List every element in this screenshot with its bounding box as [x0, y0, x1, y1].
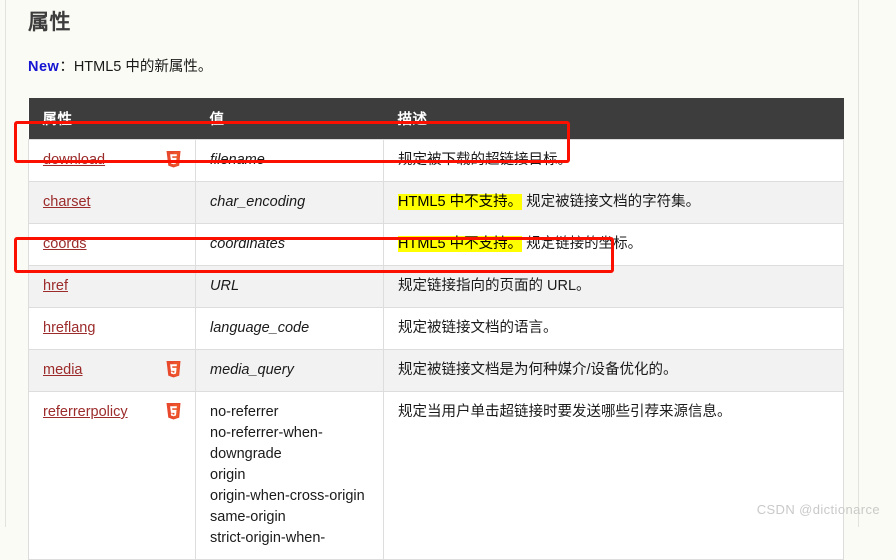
table-header-row: 属性 值 描述 [28, 98, 844, 140]
value-option: no-referrer [210, 404, 279, 420]
watermark: CSDN @dictionarce [756, 502, 880, 517]
description-text: 规定被下载的超链接目标。 [398, 152, 572, 168]
attribute-link-referrerpolicy[interactable]: referrerpolicy [43, 402, 128, 423]
html5-badge-icon [166, 403, 181, 420]
cell-attribute: referrerpolicy [28, 391, 196, 560]
column-header-attribute: 属性 [28, 98, 196, 140]
cell-description: 规定当用户单击超链接时要发送哪些引荐来源信息。 [383, 391, 844, 560]
value-option: strict-origin-when- [210, 530, 326, 546]
new-badge-description: ：HTML5 中的新属性。 [59, 59, 213, 75]
value-option: no-referrer-when-downgrade [210, 425, 323, 462]
cell-value: media_query [195, 349, 384, 392]
description-text: 规定链接的坐标。 [526, 236, 643, 252]
cell-attribute: download [28, 139, 196, 182]
cell-value: URL [195, 265, 384, 308]
description-text: 规定当用户单击超链接时要发送哪些引荐来源信息。 [398, 404, 732, 420]
attribute-link-media[interactable]: media [43, 360, 83, 381]
value-text: URL [210, 278, 240, 294]
attributes-table-body: download filename 规定被下载的超链接目标。 charset char_… [28, 139, 844, 560]
attributes-table: 属性 值 描述 download filename 规定被下载的超链接目标。 char… [28, 98, 844, 560]
attribute-link-coords[interactable]: coords [43, 234, 87, 255]
value-text: filename [210, 152, 265, 168]
cell-attribute: href [28, 265, 196, 308]
column-header-value: 值 [195, 98, 384, 140]
table-row: media media_query 规定被链接文档是为何种媒介/设备优化的。 [28, 349, 844, 392]
table-row: charset char_encoding HTML5 中不支持。 规定被链接文档的… [28, 181, 844, 224]
description-text: 规定被链接文档是为何种媒介/设备优化的。 [398, 362, 678, 378]
cell-attribute: hreflang [28, 307, 196, 350]
cell-description: HTML5 中不支持。 规定链接的坐标。 [383, 223, 844, 266]
value-option: origin [210, 467, 246, 483]
table-row: download filename 规定被下载的超链接目标。 [28, 139, 844, 182]
cell-value: language_code [195, 307, 384, 350]
attribute-link-download[interactable]: download [43, 150, 105, 171]
page-title: 属性 [28, 11, 71, 34]
html5-badge-icon [166, 361, 181, 378]
cell-value: coordinates [195, 223, 384, 266]
cell-attribute: charset [28, 181, 196, 224]
description-text: 规定被链接文档的字符集。 [526, 194, 701, 210]
cell-description: 规定被链接文档的语言。 [383, 307, 844, 350]
value-text: media_query [210, 362, 294, 378]
new-attribute-note: New：HTML5 中的新属性。 [28, 57, 858, 77]
value-text: coordinates [210, 236, 285, 252]
cell-attribute: media [28, 349, 196, 392]
cell-description: 规定链接指向的页面的 URL。 [383, 265, 844, 308]
table-row: coords coordinates HTML5 中不支持。 规定链接的坐标。 [28, 223, 844, 266]
cell-description: 规定被链接文档是为何种媒介/设备优化的。 [383, 349, 844, 392]
html5-badge-icon [166, 151, 181, 168]
cell-value: char_encoding [195, 181, 384, 224]
table-row: href URL 规定链接指向的页面的 URL。 [28, 265, 844, 308]
cell-description: 规定被下载的超链接目标。 [383, 139, 844, 182]
cell-attribute: coords [28, 223, 196, 266]
attribute-link-href[interactable]: href [43, 276, 68, 297]
attribute-link-charset[interactable]: charset [43, 192, 91, 213]
description-text: 规定被链接文档的语言。 [398, 320, 558, 336]
cell-description: HTML5 中不支持。 规定被链接文档的字符集。 [383, 181, 844, 224]
value-text: language_code [210, 320, 310, 336]
document-content: 属性 New：HTML5 中的新属性。 属性 值 描述 download file… [28, 0, 858, 560]
cell-value: no-referrer no-referrer-when-downgrade ori… [195, 391, 384, 560]
cell-value: filename [195, 139, 384, 182]
table-row: hreflang language_code 规定被链接文档的语言。 [28, 307, 844, 350]
value-text: char_encoding [210, 194, 306, 210]
table-row: referrerpolicy no-referrer no-referrer-whe… [28, 391, 844, 560]
unsupported-badge: HTML5 中不支持。 [398, 236, 523, 252]
value-option: same-origin [210, 509, 286, 525]
page-rule-right [858, 0, 859, 527]
column-header-description: 描述 [383, 98, 844, 140]
unsupported-badge: HTML5 中不支持。 [398, 194, 523, 210]
attribute-link-hreflang[interactable]: hreflang [43, 318, 95, 339]
value-option: origin-when-cross-origin [210, 488, 365, 504]
new-badge-label: New [28, 59, 60, 75]
page-rule-left [5, 0, 6, 527]
description-text: 规定链接指向的页面的 URL。 [398, 278, 591, 294]
